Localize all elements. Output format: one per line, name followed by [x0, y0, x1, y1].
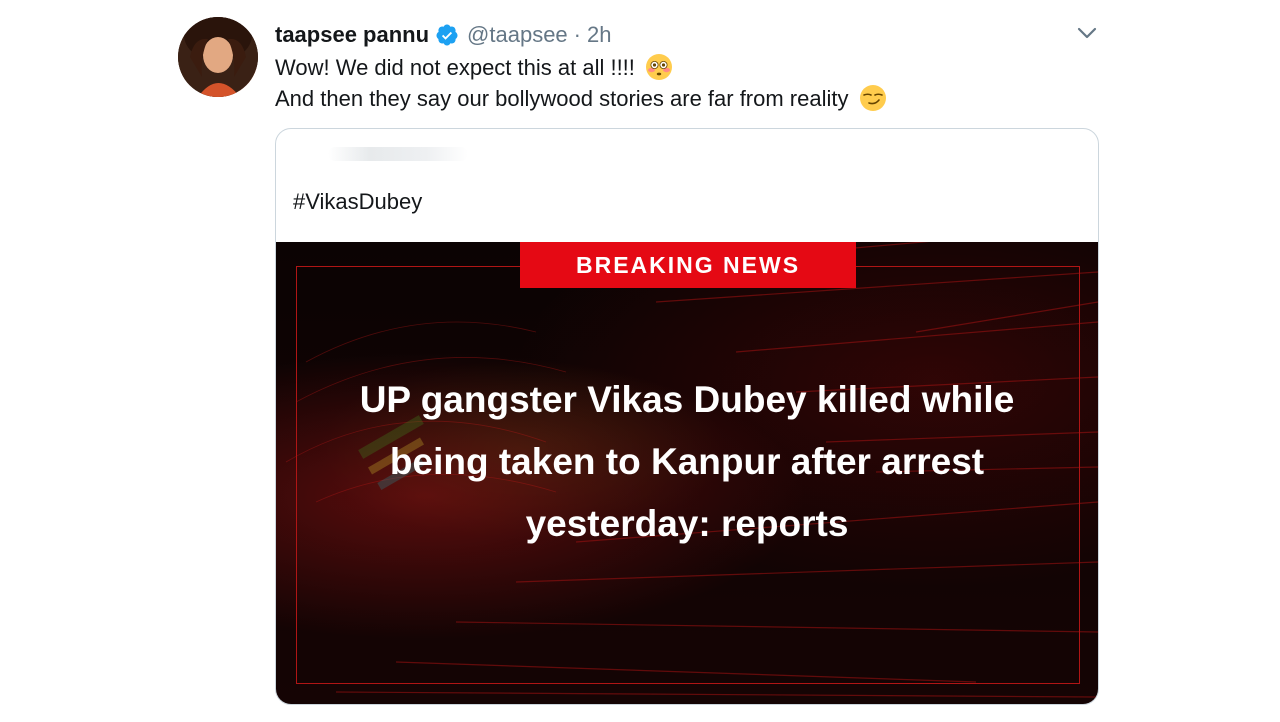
hashtag-link[interactable]: #VikasDubey [293, 189, 422, 215]
chevron-down-icon[interactable] [1076, 24, 1098, 42]
avatar-image [178, 17, 258, 97]
quoted-card[interactable]: #VikasDubey BREAKING NEWS UP gangster Vi… [275, 128, 1099, 705]
author-name[interactable]: taapsee pannu [275, 22, 429, 48]
verified-badge-icon [436, 24, 458, 46]
tweet-text-1: Wow! We did not expect this at all !!!! [275, 55, 635, 80]
tweet[interactable]: taapsee pannu @taapsee · 2h Wow! We did … [0, 0, 1280, 722]
tweet-time[interactable]: 2h [587, 22, 611, 48]
tweet-text-2: And then they say our bollywood stories … [275, 86, 849, 111]
smirking-face-emoji-icon [859, 85, 886, 111]
separator-dot: · [573, 22, 581, 47]
tweet-text-line-1: Wow! We did not expect this at all !!!! [275, 53, 673, 83]
flushed-face-emoji-icon [646, 54, 673, 80]
news-headline: UP gangster Vikas Dubey killed while bei… [359, 379, 1015, 544]
author-handle[interactable]: @taapsee [467, 22, 568, 48]
breaking-news-badge: BREAKING NEWS [520, 242, 856, 288]
breaking-news-image[interactable]: BREAKING NEWS UP gangster Vikas Dubey ki… [276, 242, 1098, 704]
blurred-quoted-author [328, 147, 468, 161]
quoted-card-header: #VikasDubey [276, 129, 1098, 241]
tweet-text-line-2: And then they say our bollywood stories … [275, 84, 887, 114]
tweet-header: taapsee pannu @taapsee · 2h [275, 20, 611, 50]
avatar[interactable] [178, 17, 258, 97]
